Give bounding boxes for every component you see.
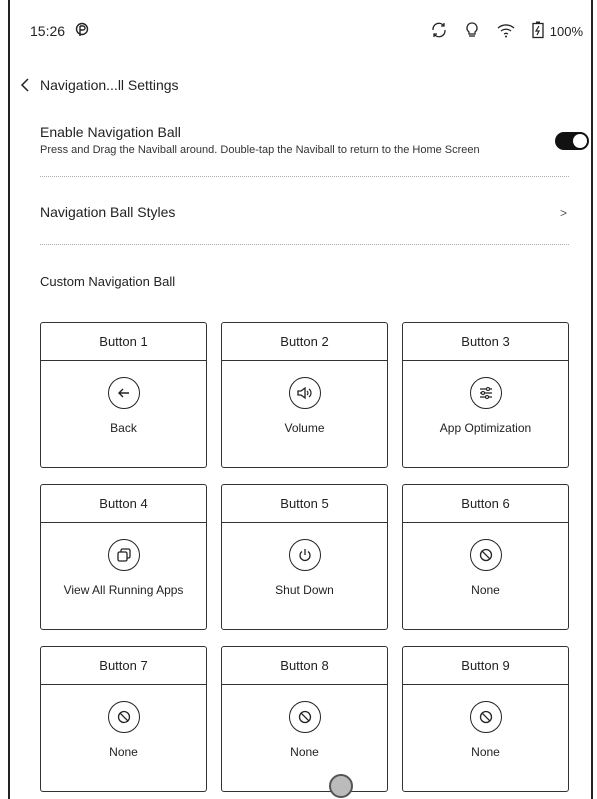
button-card-label: Shut Down — [275, 583, 334, 597]
button-card-6[interactable]: Button 6 None — [402, 484, 569, 630]
enable-navigation-ball-row: Enable Navigation Ball Press and Drag th… — [40, 124, 589, 164]
battery-icon — [532, 21, 544, 42]
enable-navigation-ball-toggle[interactable] — [555, 132, 589, 150]
power-icon — [288, 539, 321, 571]
button-card-label: App Optimization — [439, 421, 532, 435]
button-card-label: None — [109, 745, 138, 759]
button-card-header: Button 8 — [222, 647, 387, 685]
custom-navigation-ball-label: Custom Navigation Ball — [40, 274, 176, 289]
page-title: Navigation...ll Settings — [40, 77, 179, 93]
button-card-8[interactable]: Button 8 None — [221, 646, 388, 792]
divider — [40, 244, 569, 245]
button-card-header: Button 9 — [403, 647, 568, 685]
button-card-1[interactable]: Button 1 Back — [40, 322, 207, 468]
button-card-label: None — [471, 745, 500, 759]
button-card-label: View All Running Apps — [63, 583, 184, 597]
button-card-header: Button 7 — [41, 647, 206, 685]
chevron-right-icon: > — [559, 206, 567, 220]
back-arrow-icon — [107, 377, 140, 409]
wifi-icon — [496, 22, 516, 41]
enable-navigation-ball-title: Enable Navigation Ball — [40, 124, 181, 140]
none-icon — [469, 539, 502, 571]
running-apps-icon — [107, 539, 140, 571]
header: Navigation...ll Settings — [20, 74, 179, 96]
enable-navigation-ball-description: Press and Drag the Naviball around. Doub… — [40, 144, 480, 156]
p-icon — [75, 22, 89, 41]
divider — [40, 176, 569, 177]
button-card-label: None — [290, 745, 319, 759]
button-card-header: Button 2 — [222, 323, 387, 361]
custom-navigation-ball-section: Custom Navigation Ball — [40, 274, 569, 294]
button-card-header: Button 5 — [222, 485, 387, 523]
none-icon — [288, 701, 321, 733]
floating-navigation-ball[interactable] — [329, 774, 353, 798]
button-card-label: Volume — [284, 421, 325, 435]
button-card-header: Button 3 — [403, 323, 568, 361]
button-card-3[interactable]: Button 3 App Optimization — [402, 322, 569, 468]
sliders-icon — [469, 377, 502, 409]
button-card-2[interactable]: Button 2 Volume — [221, 322, 388, 468]
button-card-header: Button 6 — [403, 485, 568, 523]
button-card-label: Back — [110, 421, 137, 435]
battery-percent: 100% — [549, 23, 583, 39]
button-card-4[interactable]: Button 4 View All Running Apps — [40, 484, 207, 630]
status-bar: 15:26 100% — [30, 20, 583, 42]
sync-icon — [430, 21, 448, 42]
button-card-5[interactable]: Button 5 Shut Down — [221, 484, 388, 630]
volume-icon — [288, 377, 321, 409]
button-card-7[interactable]: Button 7 None — [40, 646, 207, 792]
bulb-icon — [464, 21, 480, 42]
button-card-label: None — [471, 583, 500, 597]
button-card-header: Button 1 — [41, 323, 206, 361]
navigation-ball-styles-row[interactable]: Navigation Ball Styles > — [40, 204, 569, 226]
none-icon — [469, 701, 502, 733]
clock: 15:26 — [30, 23, 66, 39]
button-card-9[interactable]: Button 9 None — [402, 646, 569, 792]
navigation-ball-styles-label: Navigation Ball Styles — [40, 204, 176, 220]
back-chevron-icon[interactable] — [20, 78, 30, 92]
button-card-header: Button 4 — [41, 485, 206, 523]
toggle-knob — [572, 133, 588, 149]
none-icon — [107, 701, 140, 733]
